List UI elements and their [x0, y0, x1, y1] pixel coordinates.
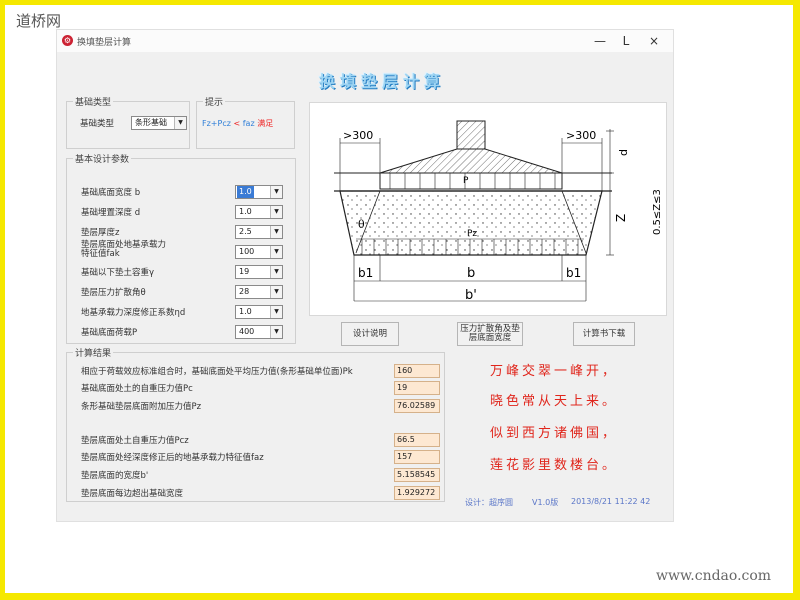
field-label-theta: 垫层压力扩散角θ — [81, 288, 146, 298]
chevron-down-icon[interactable]: ▼ — [270, 326, 282, 338]
datetime-label: 2013/8/21 11:22 42 — [571, 497, 651, 506]
b-label: b — [467, 266, 475, 281]
designer-label: 设计：超序圆 — [465, 498, 513, 507]
field-label-b: 基础底面宽度 b — [81, 188, 141, 198]
page-title: 换填垫层计算 — [318, 72, 445, 91]
select-value: 条形基础 — [135, 118, 167, 127]
window-title: 换填垫层计算 — [77, 38, 132, 48]
b-prime-label: b' — [465, 288, 477, 303]
foundation-type-label: 基础类型 — [80, 119, 115, 129]
cushion-layer — [339, 190, 603, 256]
result-label-pc: 基础底面处土的自重压力值Pc — [81, 384, 193, 394]
result-label-pcz: 垫层底面处土自重压力值Pcz — [81, 436, 189, 446]
p-label: P — [463, 176, 469, 186]
z-range-label: 0.5≤Z≤3 — [652, 189, 663, 235]
poem-line-4: 莲花影里数楼台。 — [490, 458, 619, 473]
results-group: 计算结果 相应于荷载效应标准组合时，基础底面处平均压力值(条形基础单位面)Pk … — [66, 346, 445, 502]
field-label-z: 垫层厚度z — [81, 228, 120, 238]
field-select-gamma[interactable]: 19 ▼ — [235, 265, 283, 279]
version-label: V1.0版 — [532, 498, 559, 507]
b1-left-label: b1 — [358, 266, 373, 280]
design-params-group: 基本设计参数 基础底面宽度 b 1.0 ▼ 基础埋置深度 d 1.0 ▼ 垫层厚… — [66, 152, 296, 344]
chevron-down-icon[interactable]: ▼ — [270, 286, 282, 298]
field-select-b[interactable]: 1.0 ▼ — [235, 185, 283, 199]
app-window: ⚙ 换填垫层计算 — L × 换填垫层计算 基础类型 基础类型 条形基础 ▼ 提… — [57, 30, 673, 521]
maximize-button[interactable]: L — [613, 31, 639, 51]
watermark-bottom: www.cndao.com — [656, 568, 772, 584]
pz-label: Pz — [467, 229, 477, 239]
field-select-z[interactable]: 2.5 ▼ — [235, 225, 283, 239]
foundation-type-group: 基础类型 基础类型 条形基础 ▼ — [66, 95, 190, 149]
footing-base — [379, 172, 563, 190]
calc-sheet-button[interactable]: 计算书下载 — [573, 322, 635, 346]
b1-right-label: b1 — [566, 266, 581, 280]
result-value-pc: 19 — [394, 381, 440, 395]
field-label-p: 基础底面荷载P — [81, 328, 138, 338]
column — [456, 120, 486, 150]
result-value-pcz: 66.5 — [394, 433, 440, 447]
watermark-top: 道桥网 — [16, 12, 62, 30]
field-select-d[interactable]: 1.0 ▼ — [235, 205, 283, 219]
hint-group: 提示 Fz+Pcz < faz 满足 — [196, 95, 295, 149]
hint-text: Fz+Pcz < faz 满足 — [202, 118, 273, 129]
poem-line-2: 晓色常从天上来。 — [490, 394, 619, 409]
field-select-p[interactable]: 400 ▼ — [235, 325, 283, 339]
hint-op: < — [233, 119, 241, 128]
chevron-down-icon[interactable]: ▼ — [270, 186, 282, 198]
app-logo-icon: ⚙ — [62, 35, 73, 46]
field-label-etad: 地基承载力深度修正系数ηd — [81, 308, 186, 318]
foundation-type-select[interactable]: 条形基础 ▼ — [131, 116, 187, 130]
result-label-pk: 相应于荷载效应标准组合时，基础底面处平均压力值(条形基础单位面)Pk — [81, 367, 353, 377]
field-select-etad[interactable]: 1.0 ▼ — [235, 305, 283, 319]
result-label-pz: 条形基础垫层底面附加压力值Pz — [81, 402, 202, 412]
field-select-theta[interactable]: 28 ▼ — [235, 285, 283, 299]
group-label: 基础类型 — [73, 95, 114, 108]
z-label: Z — [614, 214, 628, 222]
result-label-bprime: 垫层底面的宽度b' — [81, 471, 149, 481]
title-bar: ⚙ 换填垫层计算 — L × — [57, 30, 673, 52]
group-label: 计算结果 — [73, 346, 114, 359]
d-label: d — [617, 149, 630, 156]
chevron-down-icon[interactable]: ▼ — [174, 117, 186, 129]
field-label-d: 基础埋置深度 d — [81, 208, 141, 218]
hint-result: 满足 — [257, 119, 274, 128]
result-value-bprime: 5.158545 — [394, 468, 440, 482]
design-explain-button[interactable]: 设计说明 — [341, 322, 399, 346]
pressure-angle-button[interactable]: 压力扩散角及垫层底面宽度 — [457, 322, 523, 346]
footing — [379, 148, 563, 174]
hint-lhs: Fz+Pcz — [202, 119, 231, 128]
dim-left-label: >300 — [343, 129, 373, 142]
chevron-down-icon[interactable]: ▼ — [270, 266, 282, 278]
result-value-faz: 157 — [394, 450, 440, 464]
result-label-faz: 垫层底面处经深度修正后的地基承载力特征值faz — [81, 453, 264, 463]
field-label-gamma: 基础以下垫土容重γ — [81, 268, 155, 278]
field-label-fak: 垫层底面处地基承载力特征值fak — [81, 240, 167, 259]
result-value-pz: 76.02589 — [394, 399, 440, 413]
dim-right-label: >300 — [566, 129, 596, 142]
group-label: 基本设计参数 — [73, 152, 132, 165]
result-label-exceed: 垫层底面每边超出基础宽度 — [81, 489, 184, 499]
field-select-fak[interactable]: 100 ▼ — [235, 245, 283, 259]
foundation-diagram: >300 >300 d Z 0.5≤Z≤3 θ P Pz b1 b b1 b' — [334, 120, 663, 303]
group-label: 提示 — [203, 95, 226, 108]
result-value-exceed: 1.929272 — [394, 486, 440, 500]
minimize-button[interactable]: — — [587, 31, 613, 51]
chevron-down-icon[interactable]: ▼ — [270, 306, 282, 318]
theta-label: θ — [358, 218, 365, 231]
chevron-down-icon[interactable]: ▼ — [270, 206, 282, 218]
diagram-panel: >300 >300 d Z 0.5≤Z≤3 θ P Pz b1 b b1 b' — [309, 102, 667, 316]
result-value-pk: 160 — [394, 364, 440, 378]
close-button[interactable]: × — [641, 31, 667, 51]
poem-line-1: 万峰交翠一峰开， — [490, 364, 619, 379]
chevron-down-icon[interactable]: ▼ — [270, 226, 282, 238]
poem-line-3: 似到西方诸佛国， — [490, 426, 619, 441]
chevron-down-icon[interactable]: ▼ — [270, 246, 282, 258]
hint-rhs: faz — [242, 119, 255, 128]
